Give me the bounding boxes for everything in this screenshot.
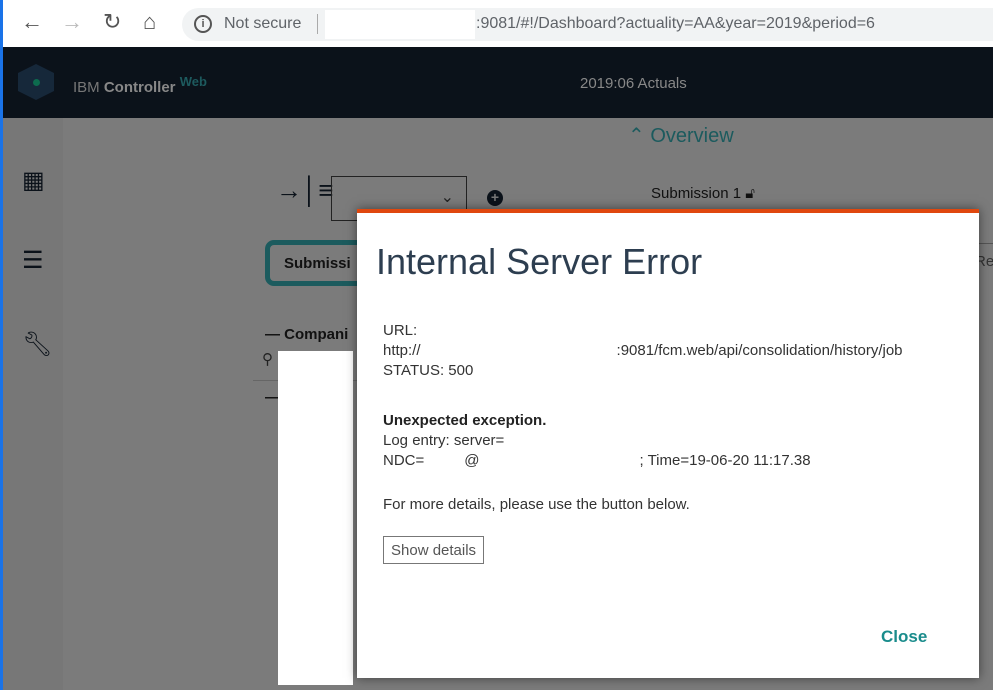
- info-icon[interactable]: i: [194, 15, 212, 33]
- show-details-button[interactable]: Show details: [383, 536, 485, 564]
- divider: [979, 243, 993, 244]
- url-line: http:// :9081/fcm.web/api/consolidation/h…: [383, 341, 903, 361]
- error-dialog: Internal Server Error URL: http:// :9081/…: [357, 209, 979, 678]
- search-icon[interactable]: ⚲: [262, 350, 273, 368]
- submission-text: Submission 1: [651, 185, 742, 202]
- wrench-icon[interactable]: 🔧︎: [22, 330, 52, 359]
- server-icon[interactable]: ☰: [22, 246, 44, 275]
- chevron-down-icon: ⌄: [440, 189, 454, 206]
- reload-icon[interactable]: ↻: [103, 9, 121, 35]
- exception-text: Unexpected exception.: [383, 412, 547, 429]
- submission-label: Submission 1 🔓︎: [651, 185, 755, 202]
- divider: [317, 14, 318, 34]
- calendar-icon[interactable]: ▦: [22, 166, 45, 195]
- brand: IBM Controller Web: [73, 74, 207, 96]
- sidebar: ▦ ☰ 🔧︎: [3, 118, 63, 690]
- log-entry: Log entry: server=: [383, 432, 505, 449]
- security-label: Not secure: [224, 15, 302, 32]
- home-icon[interactable]: ⌂: [143, 9, 156, 35]
- brand-prefix: IBM: [73, 79, 100, 96]
- brand-name: Controller: [103, 79, 176, 96]
- period-title: 2019:06 Actuals: [580, 75, 687, 92]
- address-bar[interactable]: i Not secure :9081/#!/Dashboard?actualit…: [182, 8, 993, 41]
- forward-icon[interactable]: →: [61, 9, 83, 35]
- url-label: URL:: [383, 322, 418, 339]
- companies-section[interactable]: — Compani: [265, 326, 348, 343]
- status-text: STATUS: 500: [383, 362, 474, 379]
- add-icon[interactable]: +: [487, 190, 503, 206]
- more-details-text: For more details, please use the button …: [383, 496, 690, 513]
- ndc-time: ; Time=19-06-20 11:17.38: [639, 452, 811, 469]
- redaction: [325, 10, 475, 39]
- ndc-start: NDC=: [383, 452, 425, 469]
- overview-toggle[interactable]: ⌃ Overview: [628, 123, 734, 148]
- overview-label: Overview: [650, 125, 734, 147]
- unlock-icon: 🔓︎: [745, 185, 755, 202]
- redaction: [278, 351, 353, 685]
- ndc-line: NDC= @ ; Time=19-06-20 11:17.38: [383, 451, 903, 471]
- url-end: :9081/fcm.web/api/consolidation/history/…: [616, 342, 903, 359]
- browser-toolbar: ← → ↻ ⌂ i Not secure :9081/#!/Dashboard?…: [0, 0, 993, 47]
- brand-suffix: Web: [179, 74, 207, 89]
- companies-label: Compani: [284, 326, 349, 343]
- url-text[interactable]: :9081/#!/Dashboard?actuality=AA&year=201…: [476, 15, 875, 33]
- logo-dot: [33, 79, 40, 86]
- dialog-body: URL: http:// :9081/fcm.web/api/consolidat…: [383, 321, 903, 515]
- ndc-at: @: [464, 452, 480, 469]
- tree-indent-icon[interactable]: →│≡: [276, 175, 333, 206]
- back-icon[interactable]: ←: [21, 9, 43, 35]
- dialog-title: Internal Server Error: [376, 241, 703, 282]
- app-header: IBM Controller Web 2019:06 Actuals: [0, 47, 993, 118]
- close-button[interactable]: Close: [881, 627, 927, 647]
- url-start: http://: [383, 342, 421, 359]
